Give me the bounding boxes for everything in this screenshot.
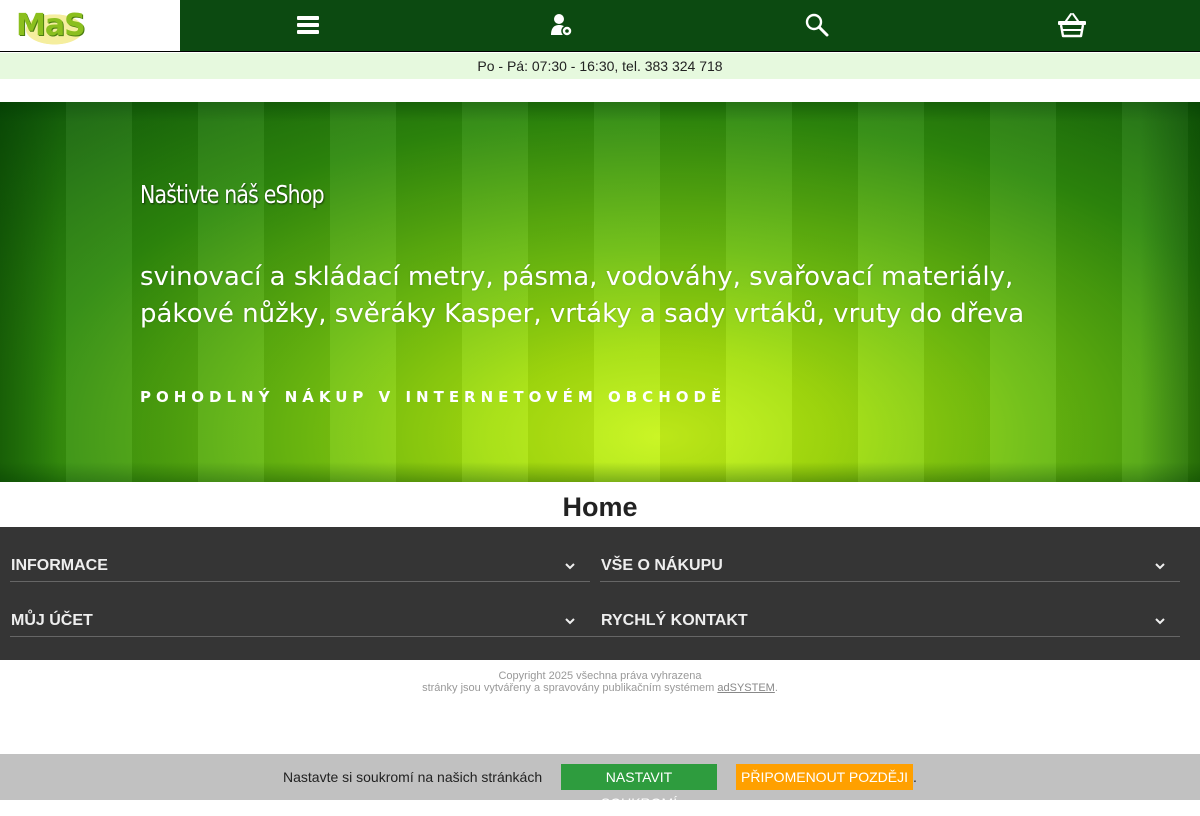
cookie-trailing-dot: . xyxy=(913,769,917,785)
copyright-block: Copyright 2025 všechna práva vyhrazena s… xyxy=(0,670,1200,694)
account-settings-icon[interactable] xyxy=(544,8,580,42)
banner-text: svinovací a skládací metry, pásma, vodov… xyxy=(140,262,1025,329)
cookie-text: Nastavte si soukromí na našich stránkách xyxy=(283,769,543,785)
footer-section-rychly-kontakt[interactable]: RYCHLÝ KONTAKT xyxy=(600,582,1180,637)
logo[interactable]: MaS xyxy=(10,6,91,45)
footer-section-label: INFORMACE xyxy=(11,557,108,574)
powered-by-suffix: . xyxy=(774,682,778,694)
footer-divider-gap xyxy=(590,527,600,637)
banner-edge-right xyxy=(1140,102,1200,482)
powered-by-text: stránky jsou vytvářeny a spravovány publ… xyxy=(422,682,715,694)
cookie-bar: Nastavte si soukromí na našich stránkách… xyxy=(0,754,1200,811)
basket-icon[interactable] xyxy=(1054,8,1090,42)
footer-section-muj-ucet[interactable]: MŮJ ÚČET xyxy=(10,582,590,637)
footer-section-informace[interactable]: INFORMACE xyxy=(10,527,590,582)
nav-bar xyxy=(180,0,1200,51)
chevron-down-icon xyxy=(1155,563,1165,570)
promo-banner[interactable]: Naštivte náš eShop svinovací a skládací … xyxy=(0,102,1200,482)
opening-hours-text: Po - Pá: 07:30 - 16:30, tel. 383 324 718 xyxy=(477,58,723,74)
search-icon[interactable] xyxy=(799,8,835,42)
footer-section-label: MŮJ ÚČET xyxy=(11,612,93,629)
footer-section-label: RYCHLÝ KONTAKT xyxy=(601,612,748,629)
banner-edge-left xyxy=(0,102,60,482)
chevron-down-icon xyxy=(565,563,575,570)
chevron-down-icon xyxy=(565,618,575,625)
footer: INFORMACE VŠE O NÁKUPU MŮJ ÚČET RYCHLÝ K… xyxy=(0,527,1200,660)
copyright-text: Copyright 2025 všechna práva vyhrazena xyxy=(498,670,702,682)
page-title: Home xyxy=(562,492,638,522)
banner-tagline: POHODLNÝ NÁKUP V INTERNETOVÉM OBCHODĚ xyxy=(140,388,727,406)
privacy-settings-button[interactable]: NASTAVIT SOUKROMÍ xyxy=(561,764,717,811)
opening-hours-bar: Po - Pá: 07:30 - 16:30, tel. 383 324 718 xyxy=(0,53,1200,79)
remind-later-button[interactable]: PŘIPOMENOUT POZDĚJI xyxy=(736,764,913,790)
adsystem-link[interactable]: adSYSTEM xyxy=(717,682,774,694)
menu-icon[interactable] xyxy=(290,8,326,42)
banner-title: Naštivte náš eShop xyxy=(140,180,325,209)
footer-section-label: VŠE O NÁKUPU xyxy=(601,557,723,574)
footer-section-vse-o-nakupu[interactable]: VŠE O NÁKUPU xyxy=(600,527,1180,582)
chevron-down-icon xyxy=(1155,618,1165,625)
logo-container[interactable]: MaS xyxy=(0,0,180,51)
top-bar: MaS xyxy=(0,0,1200,52)
powered-by-line: stránky jsou vytvářeny a spravovány publ… xyxy=(0,682,1200,694)
